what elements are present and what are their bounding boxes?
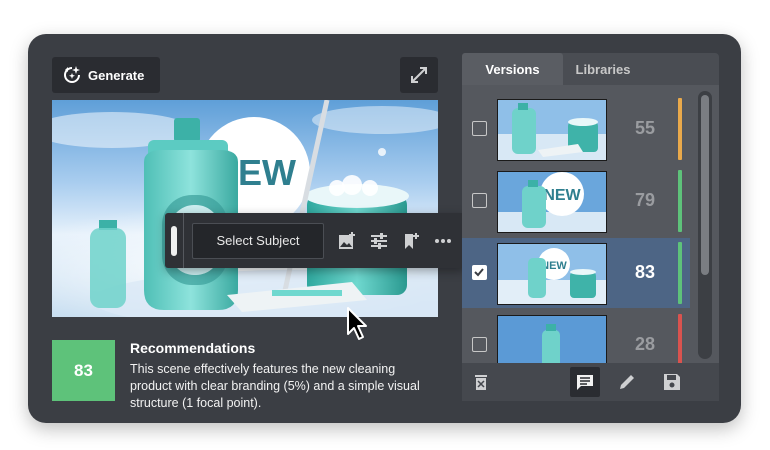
recommendation-text: This scene effectively features the new … (130, 362, 420, 410)
version-row[interactable]: 28 (462, 310, 690, 363)
version-score: 28 (634, 334, 656, 354)
adjust-button[interactable] (364, 226, 394, 256)
save-icon (664, 374, 680, 390)
versions-scrollbar-thumb[interactable] (701, 95, 709, 275)
comment-icon (577, 375, 593, 390)
tab-versions-label: Versions (485, 61, 540, 77)
comment-button[interactable] (570, 367, 600, 397)
versions-list: 55 NEW 79 NEW 83 28 (462, 85, 719, 363)
drag-handle[interactable] (171, 225, 177, 256)
versions-scrollbar[interactable] (698, 91, 712, 359)
recommendation-score: 83 (52, 340, 115, 401)
bookmark-add-button[interactable] (396, 226, 426, 256)
svg-text:NEW: NEW (543, 187, 581, 204)
tab-versions[interactable]: Versions (462, 53, 563, 85)
version-score: 55 (634, 118, 656, 138)
version-score: 83 (634, 262, 656, 282)
image-add-button[interactable] (332, 226, 362, 256)
image-add-icon (339, 231, 355, 249)
pencil-icon (620, 375, 634, 389)
version-row[interactable]: 55 (462, 94, 690, 164)
version-thumbnail[interactable] (497, 315, 607, 363)
toolbar-divider (183, 213, 184, 268)
edit-button[interactable] (612, 367, 642, 397)
save-button[interactable] (657, 367, 687, 397)
select-subject-label: Select Subject (216, 233, 300, 248)
select-subject-button[interactable]: Select Subject (192, 222, 324, 259)
scene-canvas[interactable]: NEW (52, 100, 438, 317)
editor-panel: Generate NEW Select Subject 83 Recommend… (28, 34, 741, 423)
version-row-selected[interactable]: NEW 83 (462, 238, 690, 308)
version-score-bar (678, 242, 682, 304)
sparkle-refresh-icon (64, 66, 80, 83)
expand-arrows-icon (411, 67, 427, 83)
versions-action-bar (462, 363, 719, 401)
delete-button[interactable] (466, 367, 496, 397)
versions-panel: Versions Libraries 55 NEW 79 NEW 83 28 (462, 53, 719, 401)
version-thumbnail[interactable]: NEW (497, 243, 607, 305)
version-thumbnail[interactable] (497, 99, 607, 161)
mouse-cursor-icon (347, 307, 367, 340)
version-score-bar (678, 314, 682, 363)
expand-button[interactable] (400, 57, 438, 93)
version-score-bar (678, 98, 682, 160)
version-row[interactable]: NEW 79 (462, 166, 690, 236)
version-checkbox-checked[interactable] (472, 265, 487, 280)
checkmark-icon (474, 268, 484, 277)
generate-label: Generate (88, 67, 145, 83)
tab-libraries[interactable]: Libraries (563, 53, 643, 85)
scene-image: NEW (52, 100, 438, 317)
recommendation-title: Recommendations (130, 340, 256, 356)
version-checkbox[interactable] (472, 121, 487, 136)
version-score-bar (678, 170, 682, 232)
generate-button[interactable]: Generate (52, 57, 160, 93)
version-thumbnail[interactable]: NEW (497, 171, 607, 233)
delete-icon (475, 375, 487, 390)
bookmark-add-icon (405, 232, 419, 249)
version-checkbox[interactable] (472, 193, 487, 208)
more-horizontal-icon (435, 238, 451, 243)
sliders-icon (371, 232, 387, 249)
floating-toolbar: Select Subject (165, 213, 465, 268)
more-button[interactable] (428, 226, 458, 256)
version-score: 79 (634, 190, 656, 210)
version-checkbox[interactable] (472, 337, 487, 352)
tab-libraries-label: Libraries (575, 61, 631, 77)
